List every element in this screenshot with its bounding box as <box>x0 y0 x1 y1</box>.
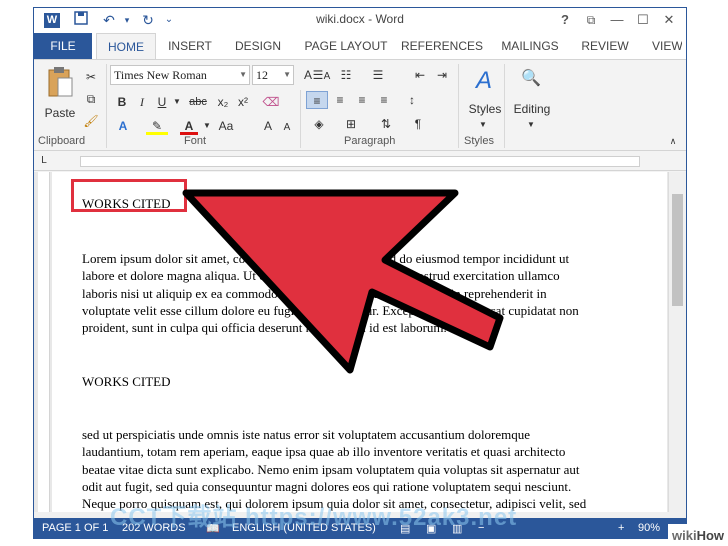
wikihow-logo: wikiHow <box>668 524 728 546</box>
callout-arrow-icon <box>182 189 504 374</box>
svg-text:wikiHow: wikiHow <box>671 528 725 543</box>
watermark-text: CCT下载站 https://www.52ak3.net <box>110 504 518 531</box>
